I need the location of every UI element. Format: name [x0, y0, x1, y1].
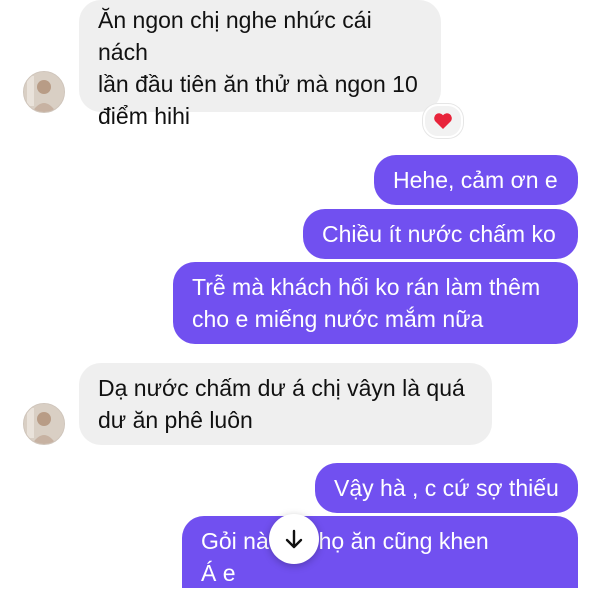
message-bubble-outgoing[interactable]: Vậy hà , c cứ sợ thiếu [315, 463, 578, 513]
message-bubble-incoming[interactable]: Dạ nước chấm dư á chị vâyn là quá dư ăn … [79, 363, 492, 445]
avatar-image [24, 72, 64, 112]
screen-bottom-edge [0, 588, 589, 600]
avatar-image [24, 404, 64, 444]
contact-avatar[interactable] [23, 403, 65, 445]
chat-thread: Ăn ngon chị nghe nhức cái nách lần đầu t… [0, 0, 589, 600]
message-reaction[interactable] [423, 104, 463, 138]
message-bubble-outgoing[interactable]: Trễ mà khách hối ko rán làm thêm cho e m… [173, 262, 578, 344]
scroll-to-bottom-button[interactable] [269, 514, 319, 564]
message-bubble-incoming[interactable]: Ăn ngon chị nghe nhức cái nách lần đầu t… [79, 0, 441, 129]
message-bubble-outgoing[interactable]: Hehe, cảm ơn e [374, 155, 578, 205]
arrow-down-icon [285, 529, 303, 549]
heart-icon [434, 113, 452, 129]
message-bubble-outgoing[interactable]: Chiều ít nước chấm ko [303, 209, 578, 259]
contact-avatar[interactable] [23, 71, 65, 113]
